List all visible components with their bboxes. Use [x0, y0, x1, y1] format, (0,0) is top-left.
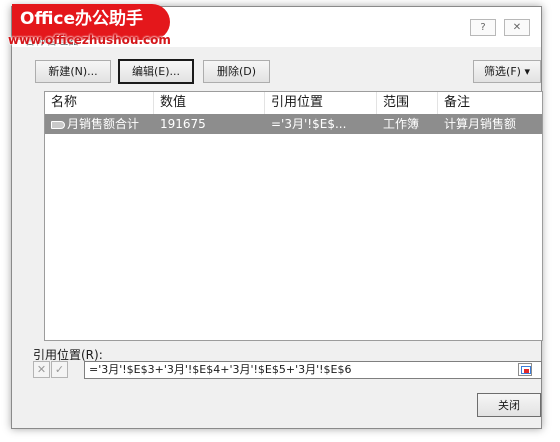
row-name: 月销售额合计 [67, 117, 140, 131]
close-window-button[interactable]: ✕ [504, 19, 530, 36]
cancel-icon[interactable]: ✕ [33, 361, 50, 378]
column-header-value[interactable]: 数值 [154, 92, 265, 114]
column-header-scope[interactable]: 范围 [377, 92, 438, 114]
close-button[interactable]: 关闭 [477, 393, 541, 417]
row-note: 计算月销售额 [444, 117, 517, 131]
watermark-url: www.officezhushou.com [8, 33, 171, 47]
collapse-dialog-icon[interactable] [518, 363, 532, 376]
new-button[interactable]: 新建(N)... [35, 60, 111, 83]
row-ref: ='3月'!$E$... [271, 117, 347, 131]
column-header-ref[interactable]: 引用位置 [265, 92, 377, 114]
name-manager-dialog: 名称管理器 ? ✕ 新建(N)... 编辑(E)... 删除(D) 筛选(F) … [11, 6, 543, 429]
reference-input[interactable]: ='3月'!$E$3+'3月'!$E$4+'3月'!$E$5+'3月'!$E$6 [84, 361, 542, 379]
list-header: 名称 数值 引用位置 范围 备注 [45, 92, 542, 114]
row-value: 191675 [160, 117, 206, 131]
named-range-icon [51, 121, 65, 129]
filter-button[interactable]: 筛选(F) ▾ [473, 60, 541, 83]
confirm-icon[interactable]: ✓ [51, 361, 68, 378]
delete-button[interactable]: 删除(D) [203, 60, 270, 83]
table-row[interactable]: 月销售额合计 191675 ='3月'!$E$... 工作簿 计算月销售额 [45, 114, 542, 134]
edit-button[interactable]: 编辑(E)... [118, 59, 194, 84]
column-header-name[interactable]: 名称 [45, 92, 154, 114]
help-button[interactable]: ? [470, 19, 496, 36]
row-scope: 工作簿 [383, 117, 420, 131]
column-header-note[interactable]: 备注 [438, 92, 542, 114]
names-list[interactable]: 名称 数值 引用位置 范围 备注 月销售额合计 191675 ='3月'!$E$… [44, 91, 543, 341]
